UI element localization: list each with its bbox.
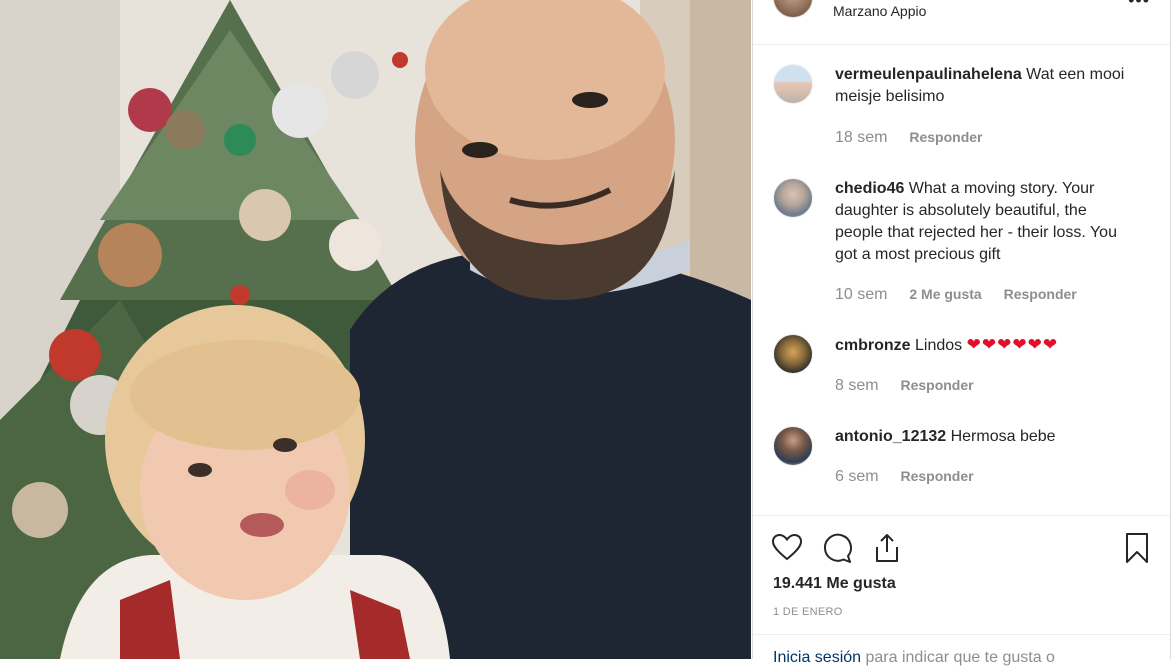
reply-button[interactable]: Responder xyxy=(900,377,973,393)
comment-meta: 10 sem 2 Me gusta Responder xyxy=(835,286,1095,304)
login-link[interactable]: Inicia sesión xyxy=(773,649,861,666)
comment-text: vermeulenpaulinahelena Wat een mooi meis… xyxy=(835,64,1135,108)
comment-avatar[interactable] xyxy=(773,334,813,374)
share-icon[interactable] xyxy=(871,532,903,564)
comment-meta: 18 sem Responder xyxy=(835,129,1000,147)
comment-avatar[interactable] xyxy=(773,178,813,218)
comment-body: Hermosa bebe xyxy=(946,428,1056,445)
author-avatar[interactable] xyxy=(773,0,813,18)
heart-icon[interactable] xyxy=(771,532,803,564)
reply-button[interactable]: Responder xyxy=(1004,286,1077,302)
comment-username[interactable]: chedio46 xyxy=(835,180,904,197)
comment-meta: 6 sem Responder xyxy=(835,468,992,486)
post-location[interactable]: Marzano Appio xyxy=(833,3,926,19)
comment-meta: 8 sem Responder xyxy=(835,377,992,395)
more-options-icon[interactable]: ••• xyxy=(1128,0,1150,11)
comment-username[interactable]: vermeulenpaulinahelena xyxy=(835,66,1022,83)
post-photo[interactable] xyxy=(0,0,751,659)
comment-time[interactable]: 8 sem xyxy=(835,377,879,394)
comment-icon[interactable] xyxy=(821,532,853,564)
comment-avatar[interactable] xyxy=(773,64,813,104)
comment-username[interactable]: antonio_12132 xyxy=(835,428,946,445)
comment-time[interactable]: 6 sem xyxy=(835,468,879,485)
post-date: 1 DE ENERO xyxy=(773,606,843,618)
comment-text: cmbronze Lindos ❤❤❤❤❤❤ xyxy=(835,334,1135,357)
post-actions: 19.441 Me gusta 1 DE ENERO Inicia sesión… xyxy=(753,515,1170,666)
post-photo-illustration xyxy=(0,0,751,659)
comment-text: antonio_12132 Hermosa bebe xyxy=(835,426,1135,448)
post-side-panel: Marzano Appio ••• vermeulenpaulinahelena… xyxy=(752,0,1171,666)
login-prompt: Inicia sesión para indicar que te gusta … xyxy=(753,634,1170,666)
login-prompt-text: para indicar que te gusta o xyxy=(861,649,1055,666)
comment-time[interactable]: 18 sem xyxy=(835,129,887,146)
comment-body: Lindos xyxy=(910,337,967,354)
heart-emojis: ❤❤❤❤❤❤ xyxy=(966,335,1059,354)
reply-button[interactable]: Responder xyxy=(900,468,973,484)
post-header: Marzano Appio ••• xyxy=(753,0,1170,45)
comment-avatar[interactable] xyxy=(773,426,813,466)
likes-count[interactable]: 19.441 Me gusta xyxy=(773,575,896,593)
bookmark-icon[interactable] xyxy=(1121,532,1153,564)
comment-likes[interactable]: 2 Me gusta xyxy=(909,286,981,302)
comment-text: chedio46 What a moving story. Your daugh… xyxy=(835,178,1135,266)
comment-username[interactable]: cmbronze xyxy=(835,337,911,354)
reply-button[interactable]: Responder xyxy=(909,129,982,145)
comments-list: vermeulenpaulinahelena Wat een mooi meis… xyxy=(753,44,1170,514)
comment-time[interactable]: 10 sem xyxy=(835,286,887,303)
